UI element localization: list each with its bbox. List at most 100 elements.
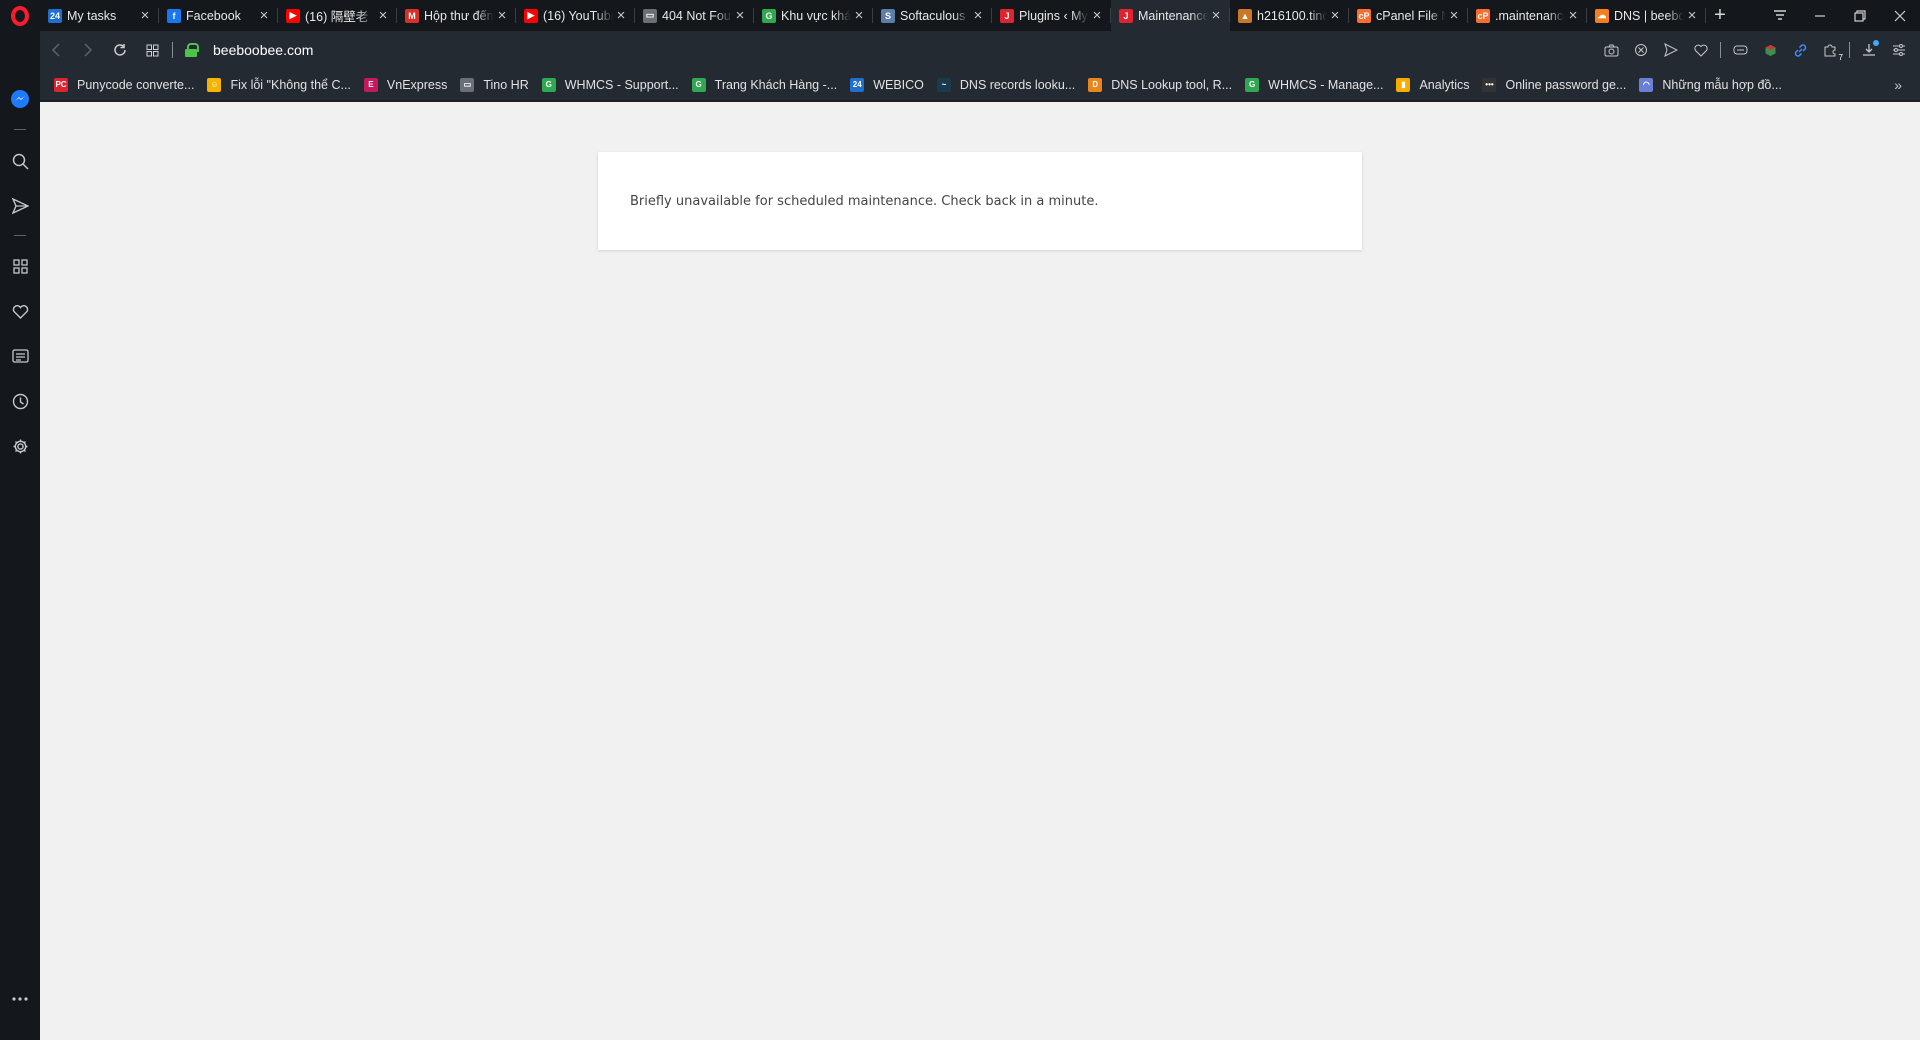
- bookmark-favicon-icon: ▮: [1396, 77, 1411, 92]
- bookmark-item[interactable]: G WHMCS - Support...: [541, 77, 679, 92]
- bookmark-page-button[interactable]: [1686, 35, 1716, 65]
- tab-strip: 24 My tasks × f Facebook × ▶ (16) 隔壁老 × M Hộp thư …: [0, 0, 1920, 31]
- bookmark-item[interactable]: ~ DNS records looku...: [936, 77, 1075, 92]
- bookmark-item[interactable]: ☺ Fix lỗi "Không thể C...: [207, 77, 351, 92]
- back-button[interactable]: [40, 34, 72, 66]
- clock-icon: [12, 393, 28, 409]
- tab-menu-icon[interactable]: [1760, 0, 1800, 31]
- tab-close-icon[interactable]: ×: [1446, 7, 1462, 24]
- opera-menu-button[interactable]: [0, 0, 40, 31]
- sidebar-settings[interactable]: [0, 428, 40, 464]
- extension-link-button[interactable]: [1785, 35, 1815, 65]
- tab-list: 24 My tasks × f Facebook × ▶ (16) 隔壁老 × M Hộp thư …: [40, 0, 1706, 31]
- maintenance-message: Briefly unavailable for scheduled mainte…: [630, 193, 1099, 209]
- tab-favicon-icon: f: [167, 8, 181, 23]
- bookmark-label: Analytics: [1419, 77, 1470, 92]
- toolbar-divider: [1720, 42, 1721, 58]
- tab-close-icon[interactable]: ×: [1208, 7, 1224, 24]
- sidebar-bookmarks[interactable]: [0, 293, 40, 329]
- tab-4[interactable]: ▶ (16) YouTube ×: [516, 0, 635, 31]
- tab-2[interactable]: ▶ (16) 隔壁老 ×: [278, 0, 397, 31]
- page-viewport: Briefly unavailable for scheduled mainte…: [40, 102, 1920, 1040]
- downloads-button[interactable]: [1854, 35, 1884, 65]
- sidebar-news[interactable]: [0, 338, 40, 374]
- extension-cube-button[interactable]: [1755, 35, 1785, 65]
- bookmark-item[interactable]: ◠ Những mẫu hợp đồ...: [1639, 77, 1782, 92]
- tab-close-icon[interactable]: ×: [137, 7, 153, 24]
- minimize-button[interactable]: [1800, 0, 1840, 31]
- bookmark-label: VnExpress: [386, 77, 448, 92]
- tab-title: h216100.tino: [1257, 8, 1327, 23]
- bookmark-favicon-icon: D: [1088, 77, 1103, 92]
- new-tab-button[interactable]: +: [1706, 0, 1734, 31]
- sidebar-search[interactable]: [0, 143, 40, 179]
- tab-12[interactable]: cP .maintenance ×: [1468, 0, 1587, 31]
- tab-close-icon[interactable]: ×: [613, 7, 629, 24]
- tab-close-icon[interactable]: ×: [851, 7, 867, 24]
- bookmark-item[interactable]: E VnExpress: [363, 77, 448, 92]
- tab-title: Facebook: [186, 8, 241, 23]
- bookmark-item[interactable]: G WHMCS - Manage...: [1245, 77, 1383, 92]
- extension-vpn-button[interactable]: [1725, 35, 1755, 65]
- close-window-button[interactable]: [1880, 0, 1920, 31]
- messenger-icon: [11, 90, 29, 108]
- sidebar-speed-dial[interactable]: [0, 248, 40, 284]
- bookmark-item[interactable]: ••• Online password ge...: [1482, 77, 1626, 92]
- bookmark-label: Những mẫu hợp đồ...: [1662, 77, 1782, 92]
- bookmark-item[interactable]: PC Punycode converte...: [54, 77, 195, 92]
- tab-close-icon[interactable]: ×: [1089, 7, 1105, 24]
- extensions-button[interactable]: 7: [1815, 35, 1845, 65]
- send-button[interactable]: [1656, 35, 1686, 65]
- tab-0[interactable]: 24 My tasks ×: [40, 0, 159, 31]
- bookmark-item[interactable]: ▮ Analytics: [1396, 77, 1470, 92]
- ad-block-icon: [1635, 44, 1647, 56]
- tab-close-icon[interactable]: ×: [732, 7, 748, 24]
- heart-icon: [1694, 44, 1708, 57]
- tab-9[interactable]: J Maintenance ×: [1111, 0, 1230, 31]
- toolbar-divider: [1849, 42, 1850, 58]
- tab-3[interactable]: M Hộp thư đến ×: [397, 0, 516, 31]
- sidebar-history[interactable]: [0, 383, 40, 419]
- tabs-overview-button[interactable]: [136, 34, 168, 66]
- tab-11[interactable]: cP cPanel File M ×: [1349, 0, 1468, 31]
- sidebar-flow[interactable]: [0, 188, 40, 224]
- bookmark-item[interactable]: D DNS Lookup tool, R...: [1088, 77, 1233, 92]
- bookmark-item[interactable]: G Trang Khách Hàng -...: [691, 77, 838, 92]
- secure-lock-icon[interactable]: [185, 43, 199, 57]
- bookmark-label: DNS Lookup tool, R...: [1111, 77, 1233, 92]
- tab-close-icon[interactable]: ×: [256, 7, 272, 24]
- url-field[interactable]: beeboobee.com: [213, 42, 313, 58]
- tab-close-icon[interactable]: ×: [1327, 7, 1343, 24]
- bookmark-favicon-icon: ▭: [460, 77, 475, 92]
- sidebar-more[interactable]: [0, 981, 40, 1017]
- tab-close-icon[interactable]: ×: [375, 7, 391, 24]
- reload-button[interactable]: [104, 34, 136, 66]
- restore-button[interactable]: [1840, 0, 1880, 31]
- tab-7[interactable]: S Softaculous ×: [873, 0, 992, 31]
- bookmark-item[interactable]: ▭ Tino HR: [460, 77, 529, 92]
- ad-blocker-button[interactable]: [1626, 35, 1656, 65]
- sidebar-messenger[interactable]: [0, 81, 40, 117]
- tab-8[interactable]: J Plugins ‹ My ×: [992, 0, 1111, 31]
- tab-favicon-icon: G: [762, 8, 776, 23]
- tab-1[interactable]: f Facebook ×: [159, 0, 278, 31]
- forward-button[interactable]: [72, 34, 104, 66]
- snapshot-button[interactable]: [1596, 35, 1626, 65]
- bookmark-item[interactable]: 24 WEBICO: [850, 77, 924, 92]
- tab-close-icon[interactable]: ×: [970, 7, 986, 24]
- tab-close-icon[interactable]: ×: [1565, 7, 1581, 24]
- bookmark-label: Punycode converte...: [77, 77, 195, 92]
- tab-close-icon[interactable]: ×: [494, 7, 510, 24]
- tab-6[interactable]: G Khu vực khách×: [754, 0, 873, 31]
- bookmarks-overflow-icon[interactable]: »: [1894, 77, 1902, 93]
- send-icon: [11, 198, 29, 214]
- bookmark-label: WEBICO: [873, 77, 924, 92]
- tab-title: My tasks: [67, 8, 117, 23]
- search-icon: [12, 153, 29, 170]
- tab-5[interactable]: ▭ 404 Not Found×: [635, 0, 754, 31]
- tab-10[interactable]: ▲ h216100.tino ×: [1230, 0, 1349, 31]
- bookmark-label: Trang Khách Hàng -...: [714, 77, 838, 92]
- easy-setup-button[interactable]: [1884, 35, 1914, 65]
- tab-close-icon[interactable]: ×: [1684, 7, 1700, 24]
- tab-13[interactable]: ☁ DNS | beebo ×: [1587, 0, 1706, 31]
